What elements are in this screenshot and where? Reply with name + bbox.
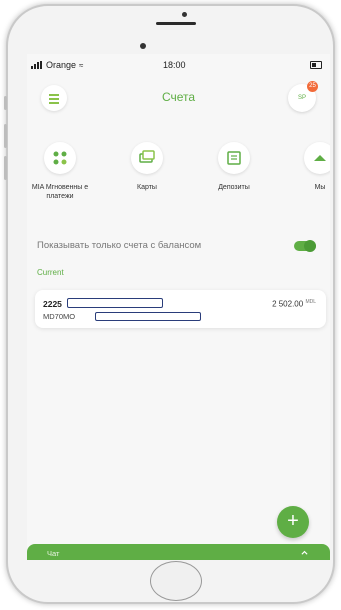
section-title: Current [37, 268, 64, 277]
chevron-up-icon [301, 550, 308, 555]
mia-icon [53, 151, 67, 165]
balance-value: 2 502.00 [272, 299, 304, 309]
quick-action-mia[interactable]: MIA Мгновенны е платежи [27, 142, 95, 201]
volume-up-button [4, 124, 7, 148]
balance-filter-toggle[interactable] [294, 240, 316, 252]
notification-badge: 25 [307, 81, 318, 92]
account-iban: MD70MO [43, 312, 76, 321]
deposit-icon [227, 151, 241, 165]
proximity-sensor [140, 43, 146, 49]
account-number: 2225 [43, 299, 62, 309]
avatar-initials: SP [297, 95, 306, 101]
account-card[interactable]: 2225 MD70MO 2 502.00 MDL [35, 290, 326, 328]
app-screen: Orange ≈ 18:00 Счета SP 25 MIA Мгновенны… [27, 54, 330, 560]
balance-currency: MDL [305, 299, 316, 305]
profile-avatar[interactable]: SP 25 [288, 81, 318, 112]
quick-action-deposits[interactable]: Депозиты [199, 142, 269, 192]
quick-action-label: Мы [314, 184, 326, 191]
page-title: Счета [161, 90, 196, 104]
quick-action-label: Карты [137, 184, 157, 191]
filter-label: Показывать только счета с балансом [37, 240, 202, 251]
account-balance: 2 502.00 MDL [272, 299, 316, 309]
chat-label: Чат [47, 549, 60, 558]
app-header: Счета SP 25 [27, 78, 330, 118]
quick-action-more[interactable]: Мы [285, 142, 330, 192]
wifi-icon: ≈ [79, 60, 84, 70]
balance-filter: Показывать только счета с балансом [37, 239, 320, 255]
volume-down-button [4, 156, 7, 180]
add-account-button[interactable]: + [277, 506, 309, 538]
carrier-name: Orange [46, 60, 77, 70]
status-time: 18:00 [163, 60, 186, 70]
signal-icon [31, 61, 43, 69]
mute-switch [4, 96, 7, 110]
phone-frame: Orange ≈ 18:00 Счета SP 25 MIA Мгновенны… [4, 4, 335, 604]
speaker-grille [156, 22, 196, 25]
chat-bar[interactable]: Чат [27, 544, 330, 560]
quick-action-cards[interactable]: Карты [112, 142, 182, 192]
quick-actions: MIA Мгновенны е платежи Карты Депозиты М… [27, 142, 330, 222]
home-button[interactable] [150, 561, 202, 601]
redaction-box [67, 298, 163, 308]
front-camera [182, 12, 187, 17]
redaction-box [95, 312, 201, 321]
more-icon [314, 155, 326, 161]
status-bar: Orange ≈ 18:00 [27, 54, 330, 76]
battery-icon [310, 61, 322, 69]
quick-action-label: MIA Мгновенны е платежи [31, 184, 89, 200]
quick-action-label: Депозиты [218, 184, 250, 191]
card-icon [139, 150, 155, 163]
